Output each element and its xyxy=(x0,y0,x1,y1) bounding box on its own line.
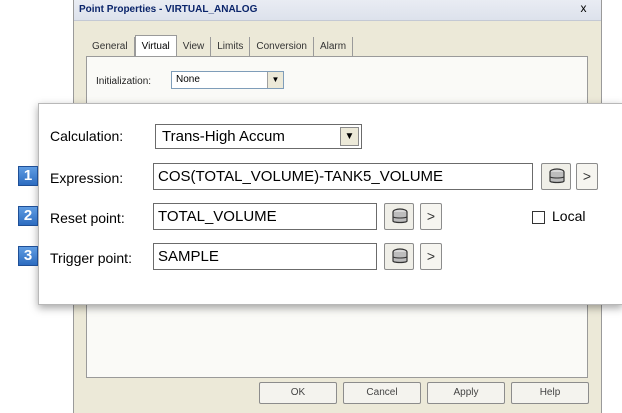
apply-button[interactable]: Apply xyxy=(427,382,505,404)
title-bar: Point Properties - VIRTUAL_ANALOG x xyxy=(74,0,601,21)
tab-limits[interactable]: Limits xyxy=(211,37,251,57)
tab-view[interactable]: View xyxy=(177,37,212,57)
expression-label: Expression: xyxy=(50,170,124,186)
tab-alarm[interactable]: Alarm xyxy=(314,37,354,57)
expression-arrow-button[interactable]: > xyxy=(576,163,598,190)
cancel-button[interactable]: Cancel xyxy=(343,382,421,404)
initialization-value: None xyxy=(176,74,200,85)
initialization-select[interactable]: None ▼ xyxy=(171,71,284,89)
trigger-point-browse-button[interactable] xyxy=(384,243,414,270)
trigger-point-label: Trigger point: xyxy=(50,250,132,266)
trigger-point-input[interactable]: SAMPLE xyxy=(153,243,377,270)
calculation-label: Calculation: xyxy=(50,128,124,144)
tab-virtual[interactable]: Virtual xyxy=(134,35,177,58)
callout-badge-2: 2 xyxy=(18,206,38,226)
expression-browse-button[interactable] xyxy=(541,163,571,190)
reset-point-arrow-button[interactable]: > xyxy=(420,203,442,230)
dialog-button-row: OK Cancel Apply Help xyxy=(259,382,595,404)
local-checkbox[interactable] xyxy=(532,211,545,224)
ok-button[interactable]: OK xyxy=(259,382,337,404)
database-browse-icon xyxy=(392,208,408,224)
callout-badge-3: 3 xyxy=(18,246,38,266)
database-browse-icon xyxy=(549,168,565,184)
expression-input[interactable]: COS(TOTAL_VOLUME)-TANK5_VOLUME xyxy=(153,163,533,190)
reset-point-browse-button[interactable] xyxy=(384,203,414,230)
calculation-value: Trans-High Accum xyxy=(162,128,285,145)
help-button[interactable]: Help xyxy=(511,382,589,404)
tab-conversion[interactable]: Conversion xyxy=(250,37,314,57)
database-browse-icon xyxy=(392,248,408,264)
chevron-down-icon[interactable]: ▼ xyxy=(340,127,359,146)
calculation-select[interactable]: Trans-High Accum ▼ xyxy=(155,124,362,149)
reset-point-input[interactable]: TOTAL_VOLUME xyxy=(153,203,377,230)
reset-point-label: Reset point: xyxy=(50,210,125,226)
trigger-point-arrow-button[interactable]: > xyxy=(420,243,442,270)
window-title: Point Properties - VIRTUAL_ANALOG xyxy=(79,4,258,15)
callout-badge-1: 1 xyxy=(18,166,38,186)
local-label: Local xyxy=(552,208,586,224)
tab-strip: General Virtual View Limits Conversion A… xyxy=(86,35,354,58)
initialization-label: Initialization: xyxy=(96,76,152,87)
chevron-down-icon[interactable]: ▼ xyxy=(267,72,283,88)
close-button[interactable]: x xyxy=(576,1,591,16)
calculation-zoom-panel: Calculation: Trans-High Accum ▼ Expressi… xyxy=(38,103,622,305)
tab-general[interactable]: General xyxy=(86,37,135,57)
